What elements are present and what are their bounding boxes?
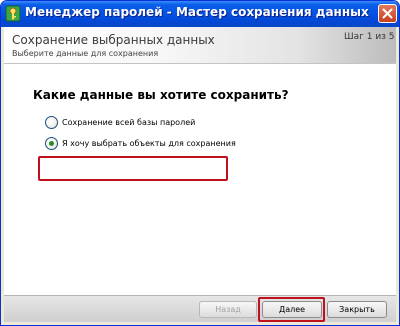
window-title: Менеджер паролей - Мастер сохранения дан… xyxy=(25,5,369,19)
key-icon xyxy=(5,5,21,22)
back-button[interactable]: Назад xyxy=(199,301,257,318)
question-heading: Какие данные вы хотите сохранить? xyxy=(33,88,289,102)
option-select-objects[interactable]: Я хочу выбрать объекты для сохранения xyxy=(45,135,236,151)
option-label: Сохранение всей базы паролей xyxy=(62,117,196,127)
page-title: Сохранение выбранных данных xyxy=(12,33,215,47)
radio-dot xyxy=(49,140,54,146)
wizard-header: Сохранение выбранных данных Выберите дан… xyxy=(4,27,396,64)
option-save-all[interactable]: Сохранение всей базы паролей xyxy=(45,114,195,130)
window-close-button[interactable] xyxy=(378,4,397,23)
next-button[interactable]: Далее xyxy=(262,301,322,318)
page-subtitle: Выберите данные для сохранения xyxy=(12,49,159,58)
button-bar: Назад Далее Закрыть xyxy=(4,295,396,322)
wizard-client: Сохранение выбранных данных Выберите дан… xyxy=(4,27,396,322)
radio-button-selected[interactable] xyxy=(45,136,58,150)
close-button[interactable]: Закрыть xyxy=(327,301,387,318)
radio-button[interactable] xyxy=(45,115,58,129)
selected-option-highlight xyxy=(38,156,228,181)
title-bar[interactable]: Менеджер паролей - Мастер сохранения дан… xyxy=(1,1,399,27)
option-label: Я хочу выбрать объекты для сохранения xyxy=(62,138,236,148)
wizard-window: Менеджер паролей - Мастер сохранения дан… xyxy=(0,0,400,326)
step-indicator: Шаг 1 из 5 xyxy=(344,32,395,42)
